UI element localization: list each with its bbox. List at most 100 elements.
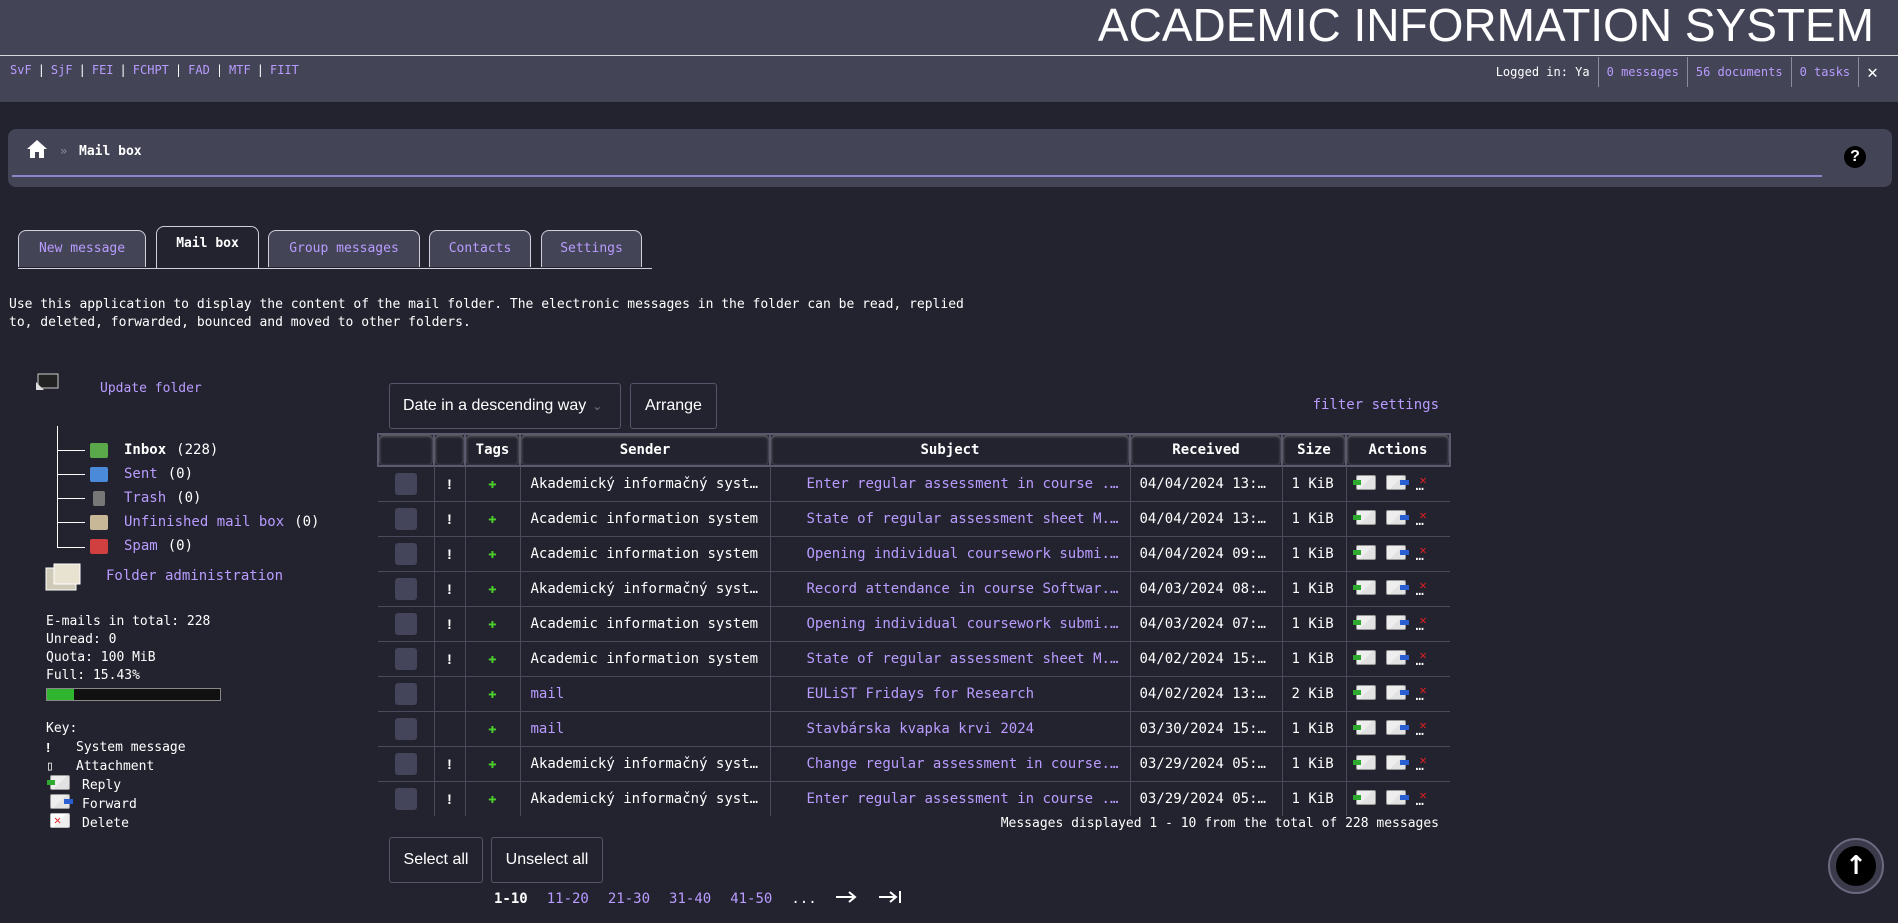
forward-icon[interactable] [1385, 509, 1409, 525]
row-checkbox[interactable] [394, 683, 417, 705]
row-subject[interactable]: Enter regular assessment in course ... [769, 465, 1130, 502]
row-subject[interactable]: State of regular assessment sheet M... [769, 501, 1130, 537]
forward-icon[interactable] [1385, 579, 1409, 595]
add-tag-icon[interactable]: ✚ [464, 676, 520, 712]
faculty-link-fei[interactable]: FEI [92, 63, 114, 77]
forward-icon[interactable] [1385, 614, 1409, 630]
row-subject[interactable]: Opening individual coursework submi... [769, 536, 1130, 572]
next-page-icon[interactable] [835, 891, 860, 907]
table-row[interactable]: ! ✚ Akademický informačný systém Enter regu… [378, 465, 1450, 502]
add-tag-icon[interactable]: ✚ [464, 711, 520, 747]
faculty-link-fchpt[interactable]: FCHPT [133, 63, 169, 77]
add-tag-icon[interactable]: ✚ [464, 571, 520, 607]
folder-administration-link[interactable]: Folder administration [106, 568, 283, 584]
row-checkbox[interactable] [394, 508, 417, 530]
table-row[interactable]: ! ✚ Academic information system State of re… [378, 501, 1450, 537]
select-all-button[interactable]: Select all [389, 837, 483, 883]
folder-inbox[interactable]: Inbox (228) [90, 440, 218, 460]
row-checkbox[interactable] [394, 788, 417, 810]
reply-icon[interactable] [1352, 474, 1376, 490]
tasks-link[interactable]: 0 tasks [1790, 57, 1859, 87]
page-link[interactable]: 41-50 [730, 891, 772, 907]
arrange-button[interactable]: Arrange [630, 383, 717, 429]
row-sender[interactable]: mail [519, 711, 770, 747]
add-tag-icon[interactable]: ✚ [464, 641, 520, 677]
table-row[interactable]: ! ✚ Akademický informačný systém Change reg… [378, 746, 1450, 782]
table-row[interactable]: ! ✚ Akademický informačný systém Record att… [378, 571, 1450, 607]
reply-icon[interactable] [1352, 509, 1376, 525]
help-icon[interactable]: ? [1844, 146, 1866, 168]
page-link[interactable]: 31-40 [669, 891, 711, 907]
row-checkbox[interactable] [394, 753, 417, 775]
header-subject[interactable]: Subject [769, 433, 1131, 467]
home-icon[interactable] [26, 139, 48, 163]
table-row[interactable]: ✚ mail Stavbárska kvapka krvi 2024 03/30/20… [378, 711, 1450, 747]
forward-icon[interactable] [1385, 684, 1409, 700]
folder-admin-icon[interactable] [44, 562, 84, 598]
row-checkbox[interactable] [394, 718, 417, 740]
row-checkbox[interactable] [394, 543, 417, 565]
forward-icon[interactable] [1385, 789, 1409, 805]
row-subject[interactable]: Stavbárska kvapka krvi 2024 [769, 711, 1130, 747]
reply-icon[interactable] [1352, 754, 1376, 770]
add-tag-icon[interactable]: ✚ [464, 606, 520, 642]
row-checkbox[interactable] [394, 473, 417, 495]
reply-icon[interactable] [1352, 719, 1376, 735]
filter-settings-link[interactable]: filter settings [1313, 397, 1439, 413]
faculty-link-svf[interactable]: SvF [10, 63, 32, 77]
page-link[interactable]: 1-10 [494, 891, 528, 907]
page-link[interactable]: 21-30 [608, 891, 650, 907]
reply-icon[interactable] [1352, 684, 1376, 700]
header-sender[interactable]: Sender [519, 433, 771, 467]
scroll-to-top-button[interactable]: ↑ [1828, 838, 1884, 894]
sort-order-select[interactable]: Date in a descending way ⌄ [389, 383, 621, 429]
logout-close-icon[interactable]: ✕ [1858, 57, 1886, 87]
folder-spam[interactable]: Spam (0) [90, 536, 193, 556]
faculty-link-mtf[interactable]: MTF [229, 63, 251, 77]
faculty-link-fad[interactable]: FAD [188, 63, 210, 77]
header-size[interactable]: Size [1281, 433, 1347, 467]
tab-group-messages[interactable]: Group messages [268, 230, 420, 267]
table-row[interactable]: ! ✚ Academic information system Opening ind… [378, 536, 1450, 572]
folder-unfinished[interactable]: Unfinished mail box (0) [90, 512, 319, 532]
row-subject[interactable]: Record attendance in course Softwar... [769, 571, 1130, 607]
forward-icon[interactable] [1385, 544, 1409, 560]
reply-icon[interactable] [1352, 614, 1376, 630]
forward-icon[interactable] [1385, 719, 1409, 735]
update-folder-link[interactable]: Update folder [100, 381, 202, 396]
forward-icon[interactable] [1385, 649, 1409, 665]
add-tag-icon[interactable]: ✚ [464, 465, 520, 502]
row-subject[interactable]: Enter regular assessment in course ... [769, 781, 1130, 816]
unselect-all-button[interactable]: Unselect all [491, 837, 603, 883]
add-tag-icon[interactable]: ✚ [464, 536, 520, 572]
faculty-link-fiit[interactable]: FIIT [270, 63, 299, 77]
page-link[interactable]: 11-20 [547, 891, 589, 907]
messages-link[interactable]: 0 messages [1597, 57, 1687, 87]
reply-icon[interactable] [1352, 649, 1376, 665]
tab-contacts[interactable]: Contacts [429, 230, 531, 267]
tab-new-message[interactable]: New message [18, 230, 146, 267]
row-checkbox[interactable] [394, 648, 417, 670]
tab-mail-box[interactable]: Mail box [156, 226, 259, 268]
add-tag-icon[interactable]: ✚ [464, 781, 520, 816]
table-row[interactable]: ! ✚ Academic information system Opening ind… [378, 606, 1450, 642]
add-tag-icon[interactable]: ✚ [464, 746, 520, 782]
row-checkbox[interactable] [394, 613, 417, 635]
update-folder-icon[interactable] [34, 368, 64, 398]
reply-icon[interactable] [1352, 544, 1376, 560]
tab-settings[interactable]: Settings [541, 230, 642, 267]
folder-sent[interactable]: Sent (0) [90, 464, 193, 484]
add-tag-icon[interactable]: ✚ [464, 501, 520, 537]
row-checkbox[interactable] [394, 578, 417, 600]
last-page-icon[interactable] [878, 891, 903, 907]
table-row[interactable]: ! ✚ Akademický informačný systém Enter regu… [378, 781, 1450, 816]
faculty-link-sjf[interactable]: SjF [51, 63, 73, 77]
header-received[interactable]: Received [1129, 433, 1283, 467]
header-tags[interactable]: Tags [464, 433, 521, 467]
reply-icon[interactable] [1352, 789, 1376, 805]
row-subject[interactable]: EULiST Fridays for Research [769, 676, 1130, 712]
documents-link[interactable]: 56 documents [1686, 57, 1791, 87]
row-subject[interactable]: State of regular assessment sheet M... [769, 641, 1130, 677]
forward-icon[interactable] [1385, 474, 1409, 490]
folder-trash[interactable]: Trash (0) [90, 488, 201, 508]
